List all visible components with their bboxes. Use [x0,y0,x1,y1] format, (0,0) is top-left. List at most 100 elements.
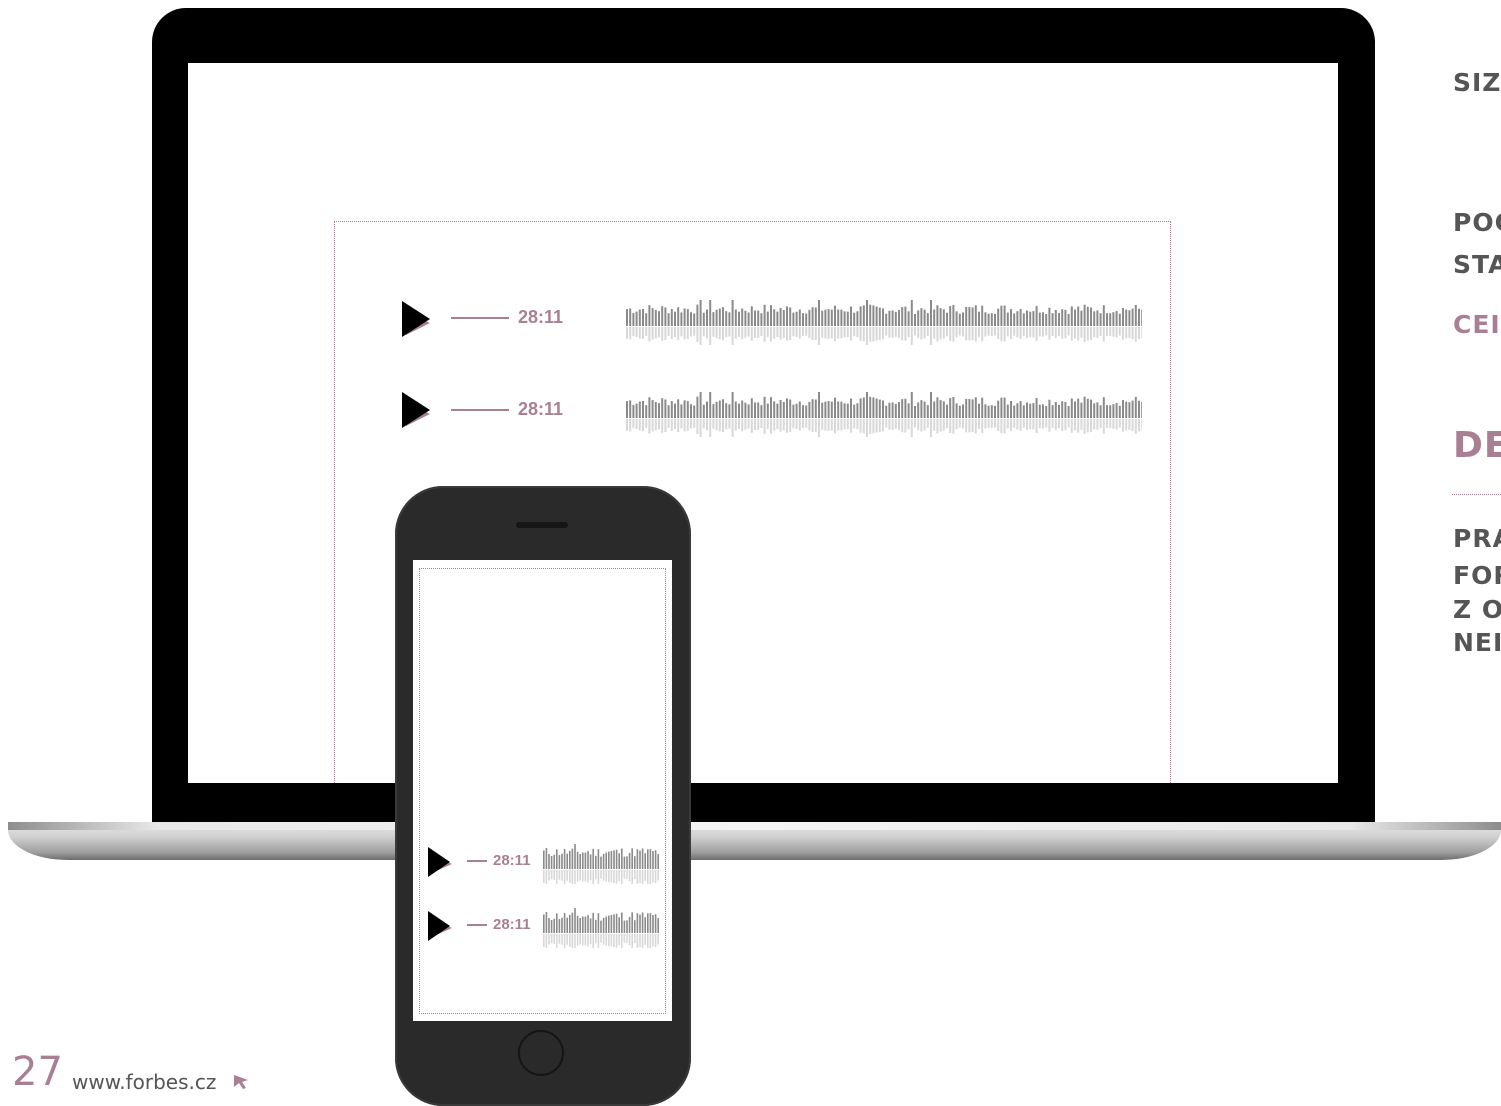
waveform-reflection [789,419,792,432]
waveform-bar [853,312,856,326]
waveform-bar [1109,405,1112,418]
waveform[interactable] [626,387,1142,437]
waveform-bar [946,404,948,418]
waveform-bar [718,308,721,326]
waveform-bar [1099,405,1102,418]
waveform-reflection [725,327,728,338]
track-duration: 28:11 [518,399,564,419]
waveform-bar [738,311,740,326]
waveform-bar [545,911,548,933]
waveform-reflection [584,870,587,882]
waveform-bar [569,914,571,933]
waveform-reflection [1070,327,1073,341]
waveform-bar [997,400,1000,418]
waveform-bar [875,398,878,418]
waveform-bar [846,311,849,326]
waveform-bar [725,311,728,326]
waveform-bar [814,399,817,418]
waveform-reflection [875,327,878,341]
waveform-reflection [981,419,984,434]
phone-home-button[interactable] [518,1030,564,1076]
waveform-reflection [608,870,610,883]
waveform-reflection [670,419,673,431]
waveform-bar [1106,405,1108,418]
side-heading: DE [1453,425,1501,466]
waveform-reflection [734,327,737,339]
waveform-bar [994,405,996,418]
waveform-bar [1099,313,1102,326]
waveform-bar [550,919,553,933]
waveform[interactable] [626,295,1142,345]
track-duration: 28:11 [493,916,531,933]
waveform-bar [920,400,923,418]
waveform-reflection [984,419,987,429]
waveform-bar [811,307,814,326]
waveform-bar [958,313,961,326]
waveform-bar [658,403,660,418]
waveform-reflection [722,327,724,341]
waveform-bar [602,853,605,869]
waveform-bar [636,913,639,933]
waveform-bar [1042,404,1044,418]
waveform-reflection [649,934,652,948]
waveform[interactable] [543,844,659,884]
waveform-reflection [971,327,974,341]
waveform-bar [618,853,620,869]
waveform-reflection [661,327,664,341]
waveform-bar [968,399,971,418]
waveform-bar [561,853,563,869]
waveform-reflection [856,419,859,430]
waveform-reflection [974,419,977,434]
waveform-bar [696,396,699,418]
waveform-reflection [1054,419,1057,431]
waveform-reflection [595,934,597,944]
waveform-bar [1131,400,1134,418]
waveform-bar [654,309,657,326]
waveform-reflection [1070,419,1073,433]
waveform-reflection [613,934,615,947]
waveform-bar [677,399,680,418]
waveform-reflection [1118,419,1121,428]
waveform-bar [635,311,638,326]
waveform-reflection [830,327,833,339]
waveform-bar [642,400,644,418]
waveform-bar [638,401,641,418]
waveform-reflection [827,327,830,339]
waveform-bar [808,401,811,418]
waveform-reflection [584,934,587,946]
waveform-reflection [638,419,641,431]
side-text-line: NEI [1453,628,1501,657]
waveform-reflection [602,934,605,945]
waveform-bar [754,402,756,418]
waveform-bar [955,311,958,326]
waveform-reflection [644,870,646,882]
waveform-reflection [605,934,607,946]
waveform-reflection [1074,327,1076,339]
waveform-reflection [725,419,728,430]
waveform-bar [805,405,808,418]
waveform-reflection [779,419,782,432]
waveform-bar [1035,398,1038,418]
waveform-bar [1003,305,1006,326]
waveform-bar [1038,312,1041,326]
waveform-bar [623,920,626,933]
waveform-bar [600,920,602,933]
waveform-reflection [543,934,545,947]
waveform-reflection [789,327,792,340]
waveform-bar [875,306,878,326]
waveform-bar [869,304,872,326]
waveform-bar [1138,308,1140,326]
waveform-reflection [965,419,968,433]
waveform-bar [670,401,673,418]
waveform-bar [693,313,696,326]
footer-url[interactable]: www.forbes.cz [72,1072,216,1092]
waveform[interactable] [543,908,659,948]
waveform-reflection [553,934,555,944]
waveform-bar [750,398,753,418]
waveform-reflection [595,870,597,880]
waveform-bar [914,405,916,418]
waveform-bar [571,912,574,933]
waveform-bar [548,918,550,933]
waveform-reflection [1064,419,1067,431]
waveform-reflection [712,327,715,337]
